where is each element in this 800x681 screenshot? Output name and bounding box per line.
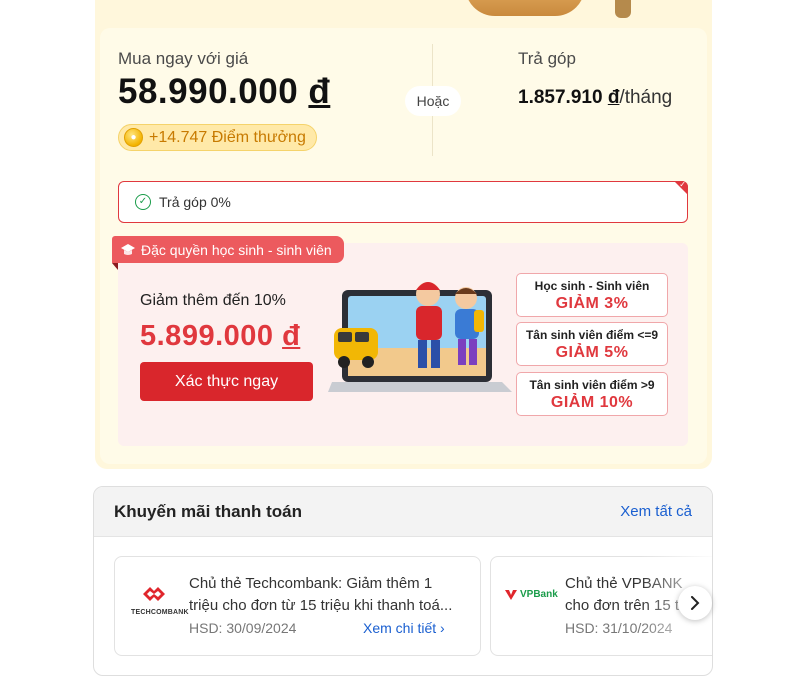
buy-now-label: Mua ngay với giá (118, 49, 249, 68)
graduation-cap-icon (121, 243, 135, 255)
vpbank-logo: VPBank (505, 589, 558, 600)
installment-label: Trả góp (518, 49, 576, 68)
see-details-link[interactable]: Xem chi tiết › (363, 620, 445, 636)
coin-icon: ● (124, 128, 143, 147)
tag-fold (112, 263, 118, 270)
promo-expiry: HSD: 30/09/2024 (189, 620, 297, 636)
promo-description: Chủ thẻ Techcombank: Giảm thêm 1 triệu c… (189, 575, 453, 614)
tier-freshman-gt9: Tân sinh viên điểm >9 GIẢM 10% (516, 372, 668, 416)
buy-now-price: 58.990.000 đ (118, 72, 331, 111)
promo-card-techcombank[interactable]: TECHCOMBANK Chủ thẻ Techcombank: Giảm th… (114, 556, 481, 656)
installment-option[interactable]: ✓ Trả góp 0% ✓ (118, 180, 688, 223)
or-separator: Hoặc (405, 86, 461, 116)
verify-now-button[interactable]: Xác thực ngay (140, 362, 313, 401)
installment-price: 1.857.910 đ/tháng (518, 87, 673, 108)
promotions-title: Khuyến mãi thanh toán (114, 502, 302, 521)
vpbank-mark-icon (505, 589, 517, 600)
selected-check-icon: ✓ (679, 180, 686, 189)
student-discount-label: Giảm thêm đến 10% (140, 292, 286, 309)
check-circle-icon: ✓ (135, 194, 151, 210)
banner-decoration (455, 0, 645, 20)
tier-student: Học sinh - Sinh viên GIẢM 3% (516, 273, 668, 317)
installment-option-label: Trả góp 0% (159, 194, 231, 210)
tier-freshman-le9: Tân sinh viên điểm <=9 GIẢM 5% (516, 322, 668, 366)
payment-promotions: Khuyến mãi thanh toán Xem tất cả TECHCOM… (93, 486, 713, 676)
chevron-right-icon: › (440, 620, 445, 636)
student-offer-tag: Đặc quyền học sinh - sinh viên (112, 236, 344, 263)
carousel-next-button[interactable] (678, 586, 712, 620)
techcombank-mark-icon (143, 587, 165, 601)
see-all-link[interactable]: Xem tất cả (620, 503, 692, 520)
student-discount-price: 5.899.000 đ (140, 320, 301, 352)
promotions-header: Khuyến mãi thanh toán Xem tất cả (94, 487, 712, 537)
students-laptop-illustration (328, 282, 512, 392)
techcombank-logo: TECHCOMBANK (131, 587, 189, 616)
chevron-right-icon (691, 596, 700, 610)
reward-points-badge: ● +14.747 Điểm thưởng (118, 124, 317, 151)
